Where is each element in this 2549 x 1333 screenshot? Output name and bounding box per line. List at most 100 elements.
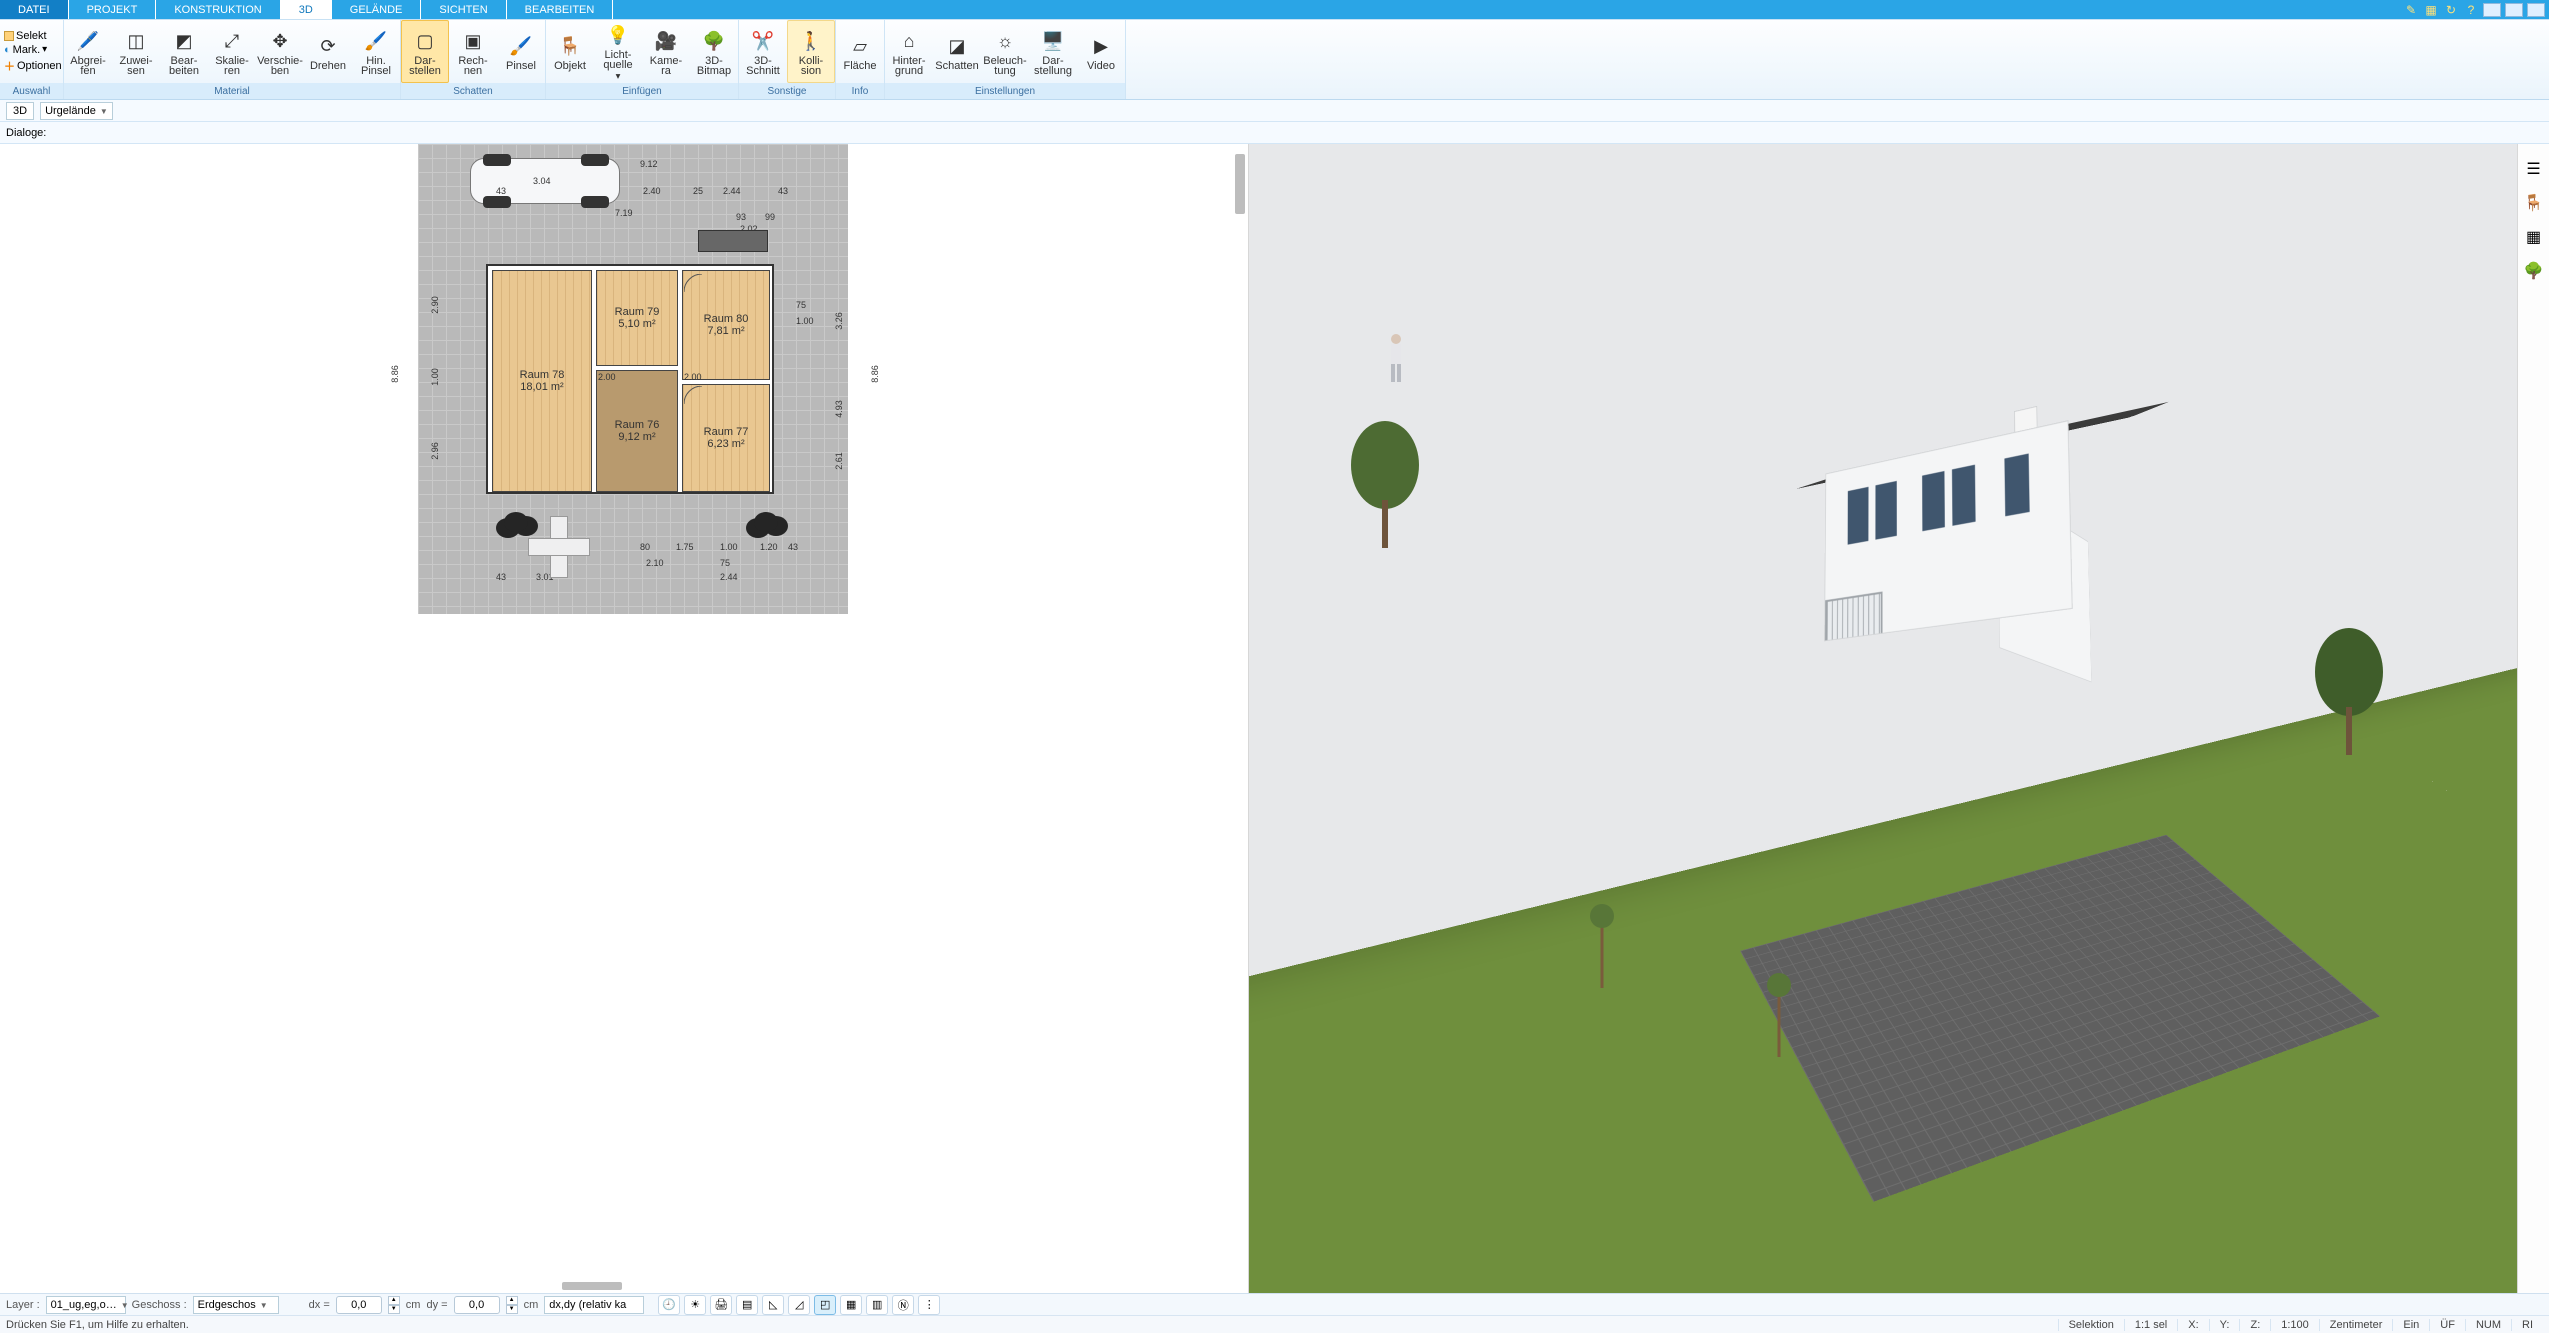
mark-tool[interactable]: ◐Mark. ▾	[4, 44, 59, 56]
btn-bearbeiten[interactable]: ◩Bear- beiten	[160, 20, 208, 83]
room-79: Raum 795,10 m²	[596, 270, 678, 366]
dim: 99	[765, 212, 775, 222]
btn-drehen[interactable]: ⟳Drehen	[304, 20, 352, 83]
btn-3d-bitmap[interactable]: 🌳3D- Bitmap	[690, 20, 738, 83]
tree-icon	[1350, 420, 1420, 550]
refresh-icon[interactable]: ↻	[2443, 2, 2459, 18]
dim: 43	[778, 186, 788, 196]
porch-element	[698, 230, 768, 252]
dim: 9.12	[640, 159, 658, 169]
geschoss-combo[interactable]: Erdgeschos	[193, 1296, 279, 1314]
window-minimize[interactable]	[2483, 3, 2501, 17]
window-close[interactable]	[2527, 3, 2545, 17]
menu-sichten[interactable]: SICHTEN	[421, 0, 506, 19]
furniture-icon[interactable]: 🪑	[2523, 192, 2545, 214]
menu-projekt[interactable]: PROJEKT	[69, 0, 157, 19]
grid-icon[interactable]: ▦	[840, 1295, 862, 1315]
status-y: Y:	[2209, 1319, 2240, 1331]
status-ri: RI	[2511, 1319, 2543, 1331]
door-icon	[684, 386, 702, 404]
scrollbar-horizontal[interactable]	[562, 1282, 622, 1290]
btn-beleuchtung[interactable]: ☼Beleuch- tung	[981, 20, 1029, 83]
dim: 2.10	[646, 558, 664, 568]
dy-input[interactable]	[454, 1296, 500, 1314]
btn-kamera[interactable]: 🎥Kame- ra	[642, 20, 690, 83]
dim: 1.20	[760, 542, 778, 552]
house-3d	[1873, 363, 2209, 691]
north-icon[interactable]: Ⓝ	[892, 1295, 914, 1315]
dim: 2.00	[684, 372, 702, 382]
btn-verschieben[interactable]: ✥Verschie- ben	[256, 20, 304, 83]
print-icon[interactable]: 🖨	[710, 1295, 732, 1315]
workspace: 3.04 9.12 2.40 25 2.44 43 43 7.19 93 99 …	[0, 144, 2549, 1293]
group-schatten: Schatten	[401, 83, 545, 99]
more-icon[interactable]: ⋮	[918, 1295, 940, 1315]
btn-darstellen[interactable]: ▢Dar- stellen	[401, 20, 449, 83]
btn-kollision[interactable]: 🚶Kolli- sion	[787, 20, 835, 83]
layers-icon[interactable]: ☰	[2523, 158, 2545, 180]
btn-pinsel[interactable]: 🖌️Pinsel	[497, 20, 545, 83]
help-icon[interactable]: ?	[2463, 2, 2479, 18]
dx-down[interactable]: ▼	[388, 1305, 400, 1314]
sapling-icon	[1756, 971, 1802, 1061]
btn-abgreifen[interactable]: 🖊️Abgrei- fen	[64, 20, 112, 83]
btn-flaeche[interactable]: ▱Fläche	[836, 20, 884, 83]
bush-icon	[504, 512, 528, 532]
menu-bearbeiten[interactable]: BEARBEITEN	[507, 0, 614, 19]
dx-input[interactable]	[336, 1296, 382, 1314]
group-einstellungen: Einstellungen	[885, 83, 1125, 99]
wall-front	[1824, 420, 2073, 642]
viewport-3d[interactable]	[1249, 144, 2517, 1293]
btn-lichtquelle[interactable]: 💡Licht- quelle ▾	[594, 20, 642, 83]
right-sidebar: ☰ 🪑 ▦ 🌳	[2517, 144, 2549, 1293]
btn-video[interactable]: ▶Video	[1077, 20, 1125, 83]
btn-schatten-set[interactable]: ◪Schatten	[933, 20, 981, 83]
btn-objekt[interactable]: 🪑Objekt	[546, 20, 594, 83]
status-x: X:	[2177, 1319, 2208, 1331]
bottom-toolbar: Layer : 01_ug,eg,o… Geschoss : Erdgescho…	[0, 1293, 2549, 1315]
btn-zuweisen[interactable]: ◫Zuwei- sen	[112, 20, 160, 83]
coord-mode-combo[interactable]: dx,dy (relativ ka	[544, 1296, 644, 1314]
plant-icon[interactable]: 🌳	[2523, 260, 2545, 282]
menu-3d[interactable]: 3D	[281, 0, 332, 19]
status-mode: Selektion	[2058, 1319, 2124, 1331]
tools-icon[interactable]: ✎	[2403, 2, 2419, 18]
shape1-icon[interactable]: ◺	[762, 1295, 784, 1315]
btn-darstellung[interactable]: 🖥️Dar- stellung	[1029, 20, 1077, 83]
btn-hintergrund[interactable]: ⌂Hinter- grund	[885, 20, 933, 83]
dx-up[interactable]: ▲	[388, 1296, 400, 1305]
viewport-2d[interactable]: 3.04 9.12 2.40 25 2.44 43 43 7.19 93 99 …	[0, 144, 1249, 1293]
window-restore[interactable]	[2505, 3, 2523, 17]
menu-gelaende[interactable]: GELÄNDE	[332, 0, 422, 19]
btn-3d-schnitt[interactable]: ✂️3D- Schnitt	[739, 20, 787, 83]
dim: 1.00	[430, 368, 440, 386]
terrain-combo[interactable]: Urgelände	[40, 102, 113, 120]
clock-icon[interactable]: 🕘	[658, 1295, 680, 1315]
palette-icon[interactable]: ▦	[2523, 226, 2545, 248]
group-info: Info	[836, 83, 884, 99]
shape2-icon[interactable]: ◿	[788, 1295, 810, 1315]
group-material: Material	[64, 83, 400, 99]
room-78: Raum 7818,01 m²	[492, 270, 592, 492]
dim: 75	[720, 558, 730, 568]
menu-konstruktion[interactable]: KONSTRUKTION	[156, 0, 280, 19]
menu-datei[interactable]: DATEI	[0, 0, 69, 19]
menubar-spacer	[613, 0, 2399, 19]
layer-icon[interactable]: ▤	[736, 1295, 758, 1315]
btn-hin-pinsel[interactable]: 🖌️Hin. Pinsel	[352, 20, 400, 83]
dy-down[interactable]: ▼	[506, 1305, 518, 1314]
btn-rechnen[interactable]: ▣Rech- nen	[449, 20, 497, 83]
sun-icon[interactable]: ☀	[684, 1295, 706, 1315]
layout-icon[interactable]: ▦	[2423, 2, 2439, 18]
dy-up[interactable]: ▲	[506, 1296, 518, 1305]
btn-skalieren[interactable]: ⤢Skalie- ren	[208, 20, 256, 83]
scrollbar-vertical[interactable]	[1235, 154, 1245, 214]
dim: 2.61	[834, 452, 844, 470]
selekt-tool[interactable]: Selekt	[4, 30, 59, 42]
grid2-icon[interactable]: ▥	[866, 1295, 888, 1315]
shape3-icon[interactable]: ◰	[814, 1295, 836, 1315]
main-menubar: DATEI PROJEKT KONSTRUKTION 3D GELÄNDE SI…	[0, 0, 2549, 20]
view-mode-3d[interactable]: 3D	[6, 102, 34, 120]
optionen-tool[interactable]: ＋Optionen	[4, 58, 59, 74]
layer-combo[interactable]: 01_ug,eg,o…	[46, 1296, 126, 1314]
